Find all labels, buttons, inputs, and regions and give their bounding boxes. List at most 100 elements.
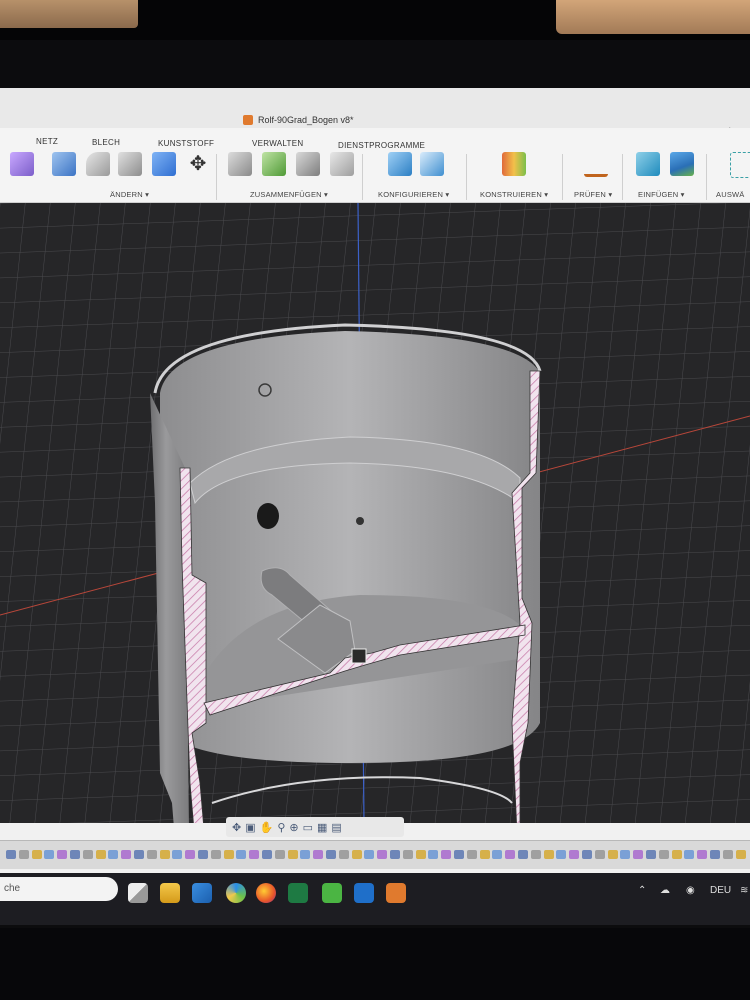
timeline-feature-icon[interactable] [223,850,234,859]
display-settings-icon[interactable]: ▭ [303,821,313,834]
measure-icon[interactable] [584,160,608,177]
table-tool[interactable] [330,152,354,176]
timeline-feature-icon[interactable] [735,850,746,859]
group-pruefen[interactable]: PRÜFEN ▾ [574,190,612,199]
design-timeline[interactable] [0,840,750,869]
timeline-feature-icon[interactable] [210,850,221,859]
timeline-feature-icon[interactable] [505,850,516,859]
timeline-feature-icon[interactable] [722,850,733,859]
timeline-feature-icon[interactable] [274,850,285,859]
timeline-feature-icon[interactable] [390,850,400,859]
press-pull-tool[interactable] [52,152,76,176]
timeline-feature-icon[interactable] [646,850,656,859]
timeline-feature-icon[interactable] [313,850,324,859]
timeline-feature-icon[interactable] [108,850,119,859]
timeline-feature-icon[interactable] [441,850,452,859]
timeline-feature-icon[interactable] [300,850,311,859]
timeline-feature-icon[interactable] [287,850,298,859]
timeline-feature-icon[interactable] [530,850,541,859]
timeline-feature-icon[interactable] [198,850,208,859]
tab-verwalten[interactable]: VERWALTEN [252,139,303,148]
create-form-tool[interactable] [10,152,34,176]
timeline-feature-icon[interactable] [377,850,388,859]
wifi-icon[interactable]: ≋ [740,885,748,896]
timeline-feature-icon[interactable] [134,850,144,859]
look-at-icon[interactable]: ✋ [260,821,274,834]
as-built-joint-tool[interactable] [296,152,320,176]
timeline-feature-icon[interactable] [82,850,93,859]
configure-table-tool[interactable] [420,152,444,176]
timeline-feature-icon[interactable] [146,850,157,859]
timeline-feature-icon[interactable] [658,850,669,859]
timeline-feature-icon[interactable] [338,850,349,859]
timeline-feature-icon[interactable] [569,850,580,859]
timeline-feature-icon[interactable] [607,850,618,859]
3d-viewport[interactable] [0,203,750,823]
document-tab[interactable]: Rolf-90Grad_Bogen v8* [243,115,354,125]
timeline-feature-icon[interactable] [633,850,644,859]
timeline-feature-icon[interactable] [582,850,592,859]
timeline-feature-icon[interactable] [402,850,413,859]
construct-plane-tool[interactable] [502,152,526,176]
firefox-icon[interactable] [256,883,276,903]
store-icon[interactable] [192,883,212,903]
timeline-feature-icon[interactable] [466,850,477,859]
viewports-icon[interactable]: ▤ [331,821,341,834]
timeline-feature-icon[interactable] [415,850,426,859]
timeline-feature-icon[interactable] [364,850,375,859]
timeline-feature-icon[interactable] [543,850,554,859]
orbit-icon[interactable]: ✥ [232,821,241,834]
timeline-feature-icon[interactable] [57,850,68,859]
timeline-feature-icon[interactable] [95,850,106,859]
timeline-feature-icon[interactable] [479,850,490,859]
insert-canvas-tool[interactable] [670,152,694,176]
zoom-window-icon[interactable]: ⊕ [289,821,298,834]
timeline-feature-icon[interactable] [697,850,708,859]
configure-tool[interactable] [388,152,412,176]
file-explorer-icon[interactable] [160,883,180,903]
language-indicator[interactable]: DEU [710,885,731,896]
whatsapp-icon[interactable] [322,883,342,903]
tab-kunststoff[interactable]: KUNSTSTOFF [158,139,214,148]
edge-icon[interactable] [226,883,246,903]
group-zusammenfuegen[interactable]: ZUSAMMENFÜGEN ▾ [250,190,328,199]
grid-icon[interactable]: ▦ [317,821,327,834]
fillet-tool[interactable] [86,152,110,176]
joint-tool[interactable] [262,152,286,176]
timeline-feature-icon[interactable] [594,850,605,859]
timeline-feature-icon[interactable] [185,850,196,859]
timeline-feature-icon[interactable] [326,850,336,859]
timeline-feature-icon[interactable] [671,850,682,859]
timeline-feature-icon[interactable] [620,850,631,859]
select-tool[interactable] [730,152,750,178]
timeline-feature-icon[interactable] [70,850,80,859]
combine-tool[interactable] [152,152,176,176]
model-canvas[interactable] [0,203,750,823]
timeline-feature-icon[interactable] [684,850,695,859]
move-icon[interactable]: ✥ [186,152,210,176]
network-icon[interactable]: ◉ [686,885,695,896]
timeline-feature-icon[interactable] [710,850,720,859]
timeline-feature-icon[interactable] [262,850,272,859]
group-einfuegen[interactable]: EINFÜGEN ▾ [638,190,685,199]
cloud-icon[interactable]: ☁ [660,885,670,896]
timeline-feature-icon[interactable] [44,850,55,859]
search-input[interactable]: che [0,877,118,901]
tray-overflow-icon[interactable]: ⌃ [638,885,646,896]
pan-icon[interactable]: ▣ [245,821,255,834]
group-aendern[interactable]: ÄNDERN ▾ [110,190,149,199]
outlook-icon[interactable] [354,883,374,903]
timeline-feature-icon[interactable] [351,850,362,859]
timeline-feature-icon[interactable] [249,850,260,859]
timeline-feature-icon[interactable] [31,850,42,859]
timeline-feature-icon[interactable] [18,850,29,859]
tab-netz[interactable]: NETZ [36,137,58,146]
timeline-feature-icon[interactable] [6,850,16,859]
fusion-360-icon[interactable] [386,883,406,903]
new-component-tool[interactable] [228,152,252,176]
timeline-feature-icon[interactable] [556,850,567,859]
zoom-icon[interactable]: ⚲ [277,821,285,834]
shell-tool[interactable] [118,152,142,176]
group-konstruieren[interactable]: KONSTRUIEREN ▾ [480,190,548,199]
timeline-feature-icon[interactable] [428,850,439,859]
